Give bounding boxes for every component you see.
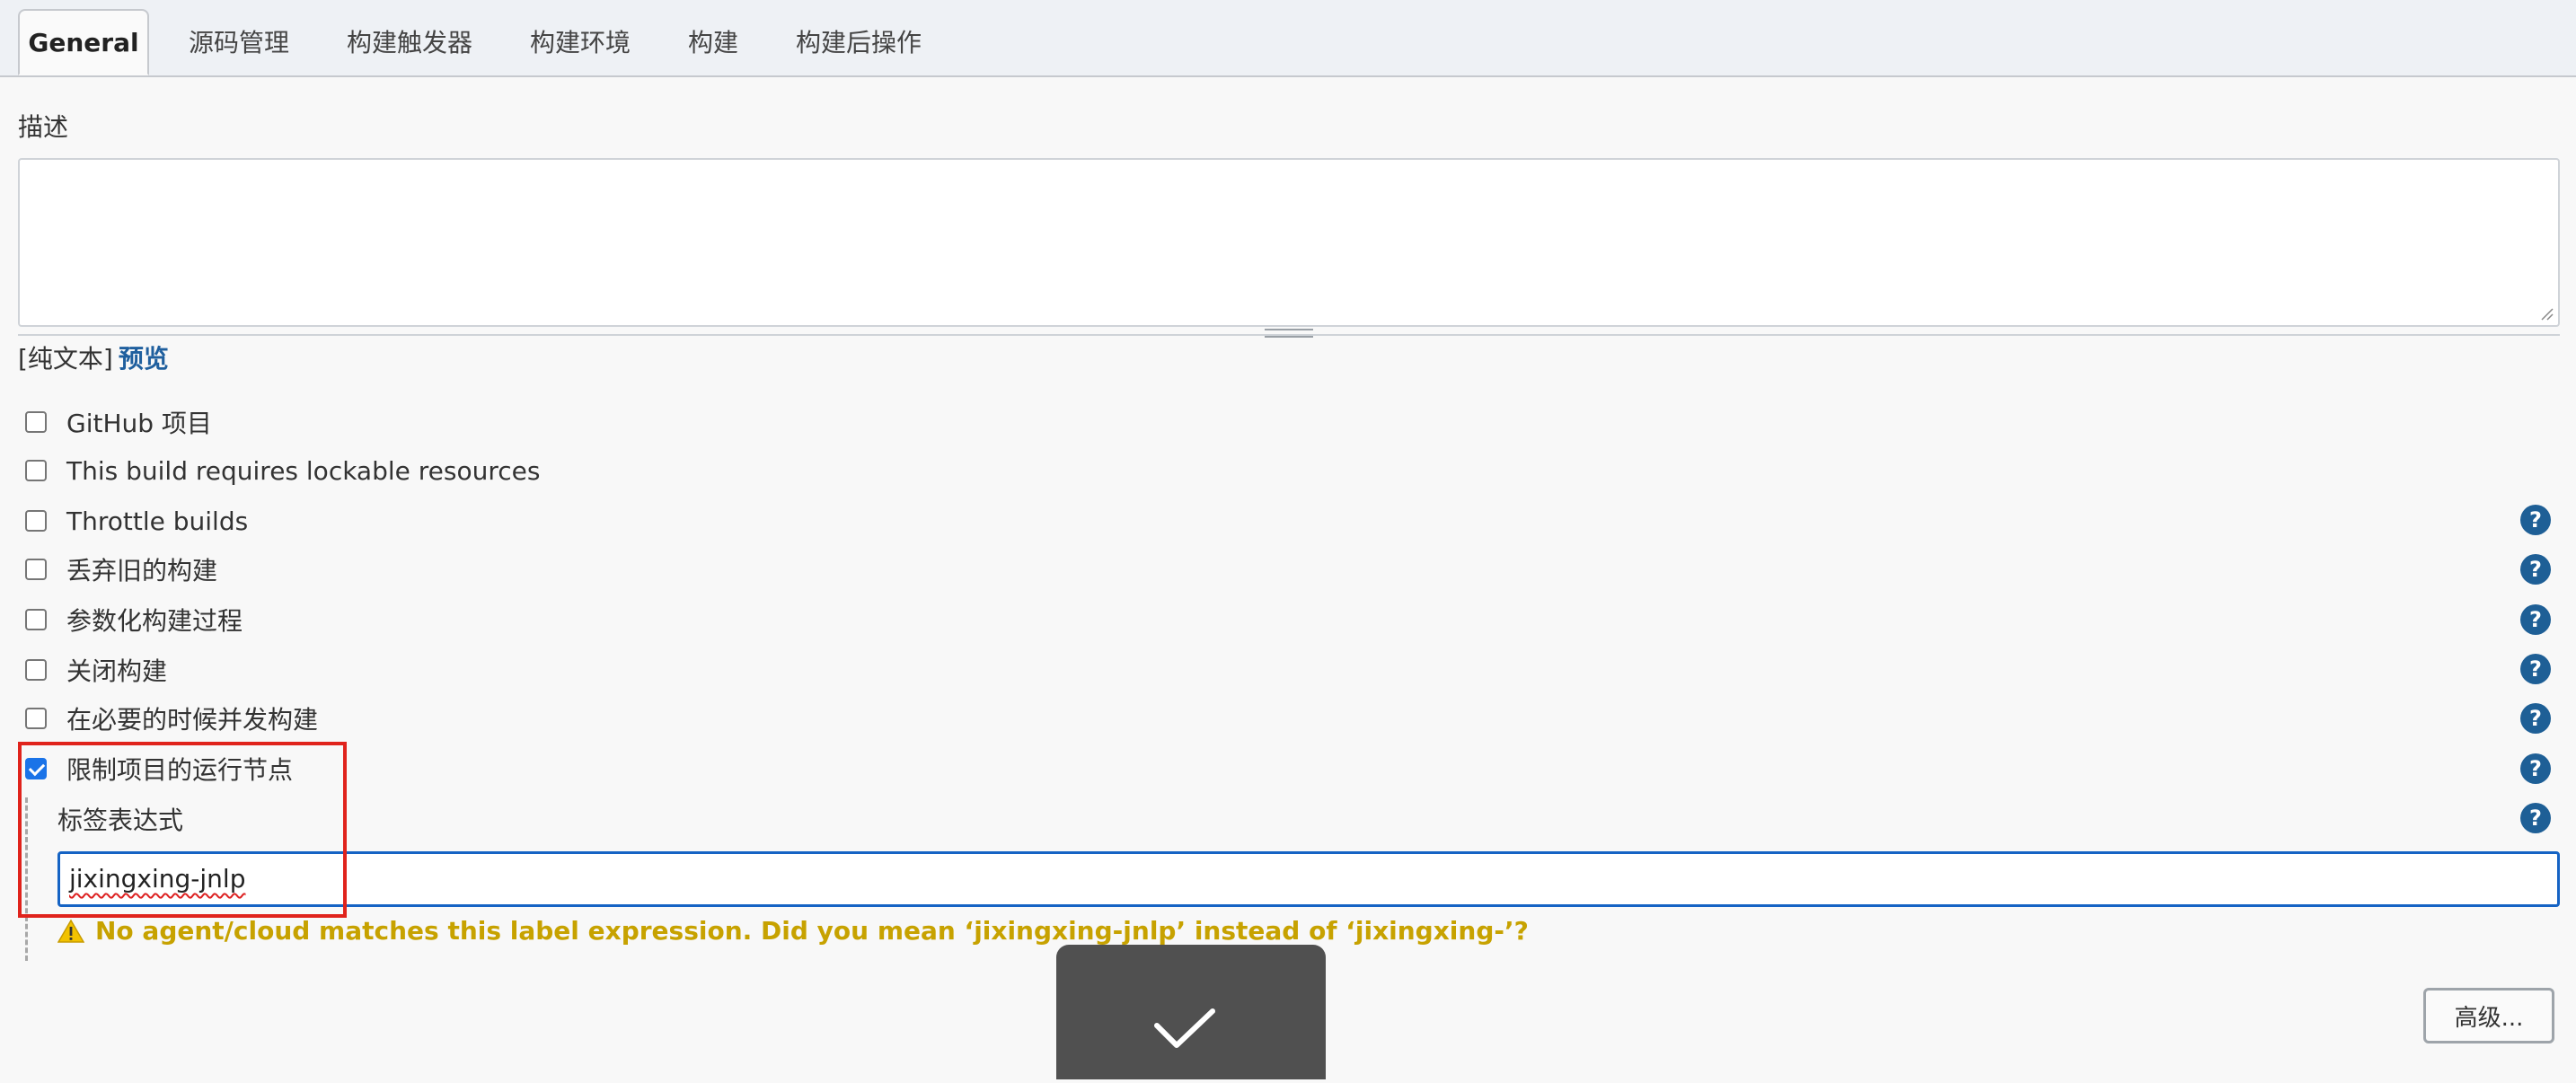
saved-notification	[1056, 945, 1326, 1079]
concurrent-builds-checkbox[interactable]	[25, 708, 47, 729]
option-label: GitHub 项目	[66, 409, 212, 438]
option-lockable-resources[interactable]: This build requires lockable resources	[25, 453, 540, 489]
description-label: 描述	[18, 112, 69, 142]
option-discard-old-builds[interactable]: 丢弃旧的构建	[25, 551, 217, 587]
tab-post-build-actions[interactable]: 构建后操作	[796, 23, 922, 59]
label-expression-input[interactable]: jixingxing-jnlp	[57, 851, 2560, 907]
advanced-button[interactable]: 高级...	[2423, 988, 2554, 1043]
label-expression-warning: No agent/cloud matches this label expres…	[57, 916, 1529, 946]
tab-general[interactable]: General	[18, 9, 149, 75]
option-label: This build requires lockable resources	[66, 455, 541, 486]
github-project-checkbox[interactable]	[25, 411, 47, 433]
format-line: [纯文本] 预览	[18, 339, 169, 375]
question-help-icon[interactable]: ?	[2520, 554, 2551, 585]
lockable-resources-checkbox[interactable]	[25, 460, 47, 481]
option-throttle-builds[interactable]: Throttle builds	[25, 503, 248, 539]
warning-text: No agent/cloud matches this label expres…	[95, 916, 1529, 946]
throttle-builds-checkbox[interactable]	[25, 510, 47, 532]
option-concurrent-builds[interactable]: 在必要的时候并发构建	[25, 700, 318, 736]
config-tab-bar: General 源码管理 构建触发器 构建环境 构建 构建后操作	[0, 0, 2576, 77]
option-label: Throttle builds	[66, 506, 249, 536]
question-help-icon[interactable]: ?	[2520, 505, 2551, 535]
textarea-drag-handle[interactable]	[1265, 329, 1313, 338]
disable-build-checkbox[interactable]	[25, 659, 47, 681]
discard-old-builds-checkbox[interactable]	[25, 559, 47, 580]
option-github-project[interactable]: GitHub 项目	[25, 404, 212, 440]
option-label: 参数化构建过程	[66, 606, 243, 636]
resize-grip-icon[interactable]	[2538, 305, 2554, 321]
checkmark-icon	[1154, 1008, 1215, 1048]
description-textarea[interactable]	[18, 158, 2560, 327]
question-help-icon[interactable]: ?	[2520, 753, 2551, 784]
tab-build-environment[interactable]: 构建环境	[530, 23, 631, 59]
tab-build-triggers[interactable]: 构建触发器	[347, 23, 472, 59]
question-help-icon[interactable]: ?	[2520, 604, 2551, 635]
parameterized-build-checkbox[interactable]	[25, 609, 47, 630]
option-label: 在必要的时候并发构建	[66, 705, 319, 735]
option-parameterized-build[interactable]: 参数化构建过程	[25, 602, 243, 638]
preview-link[interactable]: 预览	[119, 344, 169, 374]
question-help-icon[interactable]: ?	[2520, 703, 2551, 734]
question-help-icon[interactable]: ?	[2520, 803, 2551, 833]
option-label: 关闭构建	[66, 656, 168, 686]
option-label: 丢弃旧的构建	[66, 556, 218, 586]
tab-source-code-management[interactable]: 源码管理	[189, 23, 289, 59]
highlight-annotation-box	[18, 742, 347, 918]
warning-triangle-icon	[57, 919, 84, 943]
plain-text-label: [纯文本]	[18, 344, 113, 374]
question-help-icon[interactable]: ?	[2520, 654, 2551, 684]
tab-build[interactable]: 构建	[688, 23, 738, 59]
option-disable-build[interactable]: 关闭构建	[25, 652, 167, 688]
